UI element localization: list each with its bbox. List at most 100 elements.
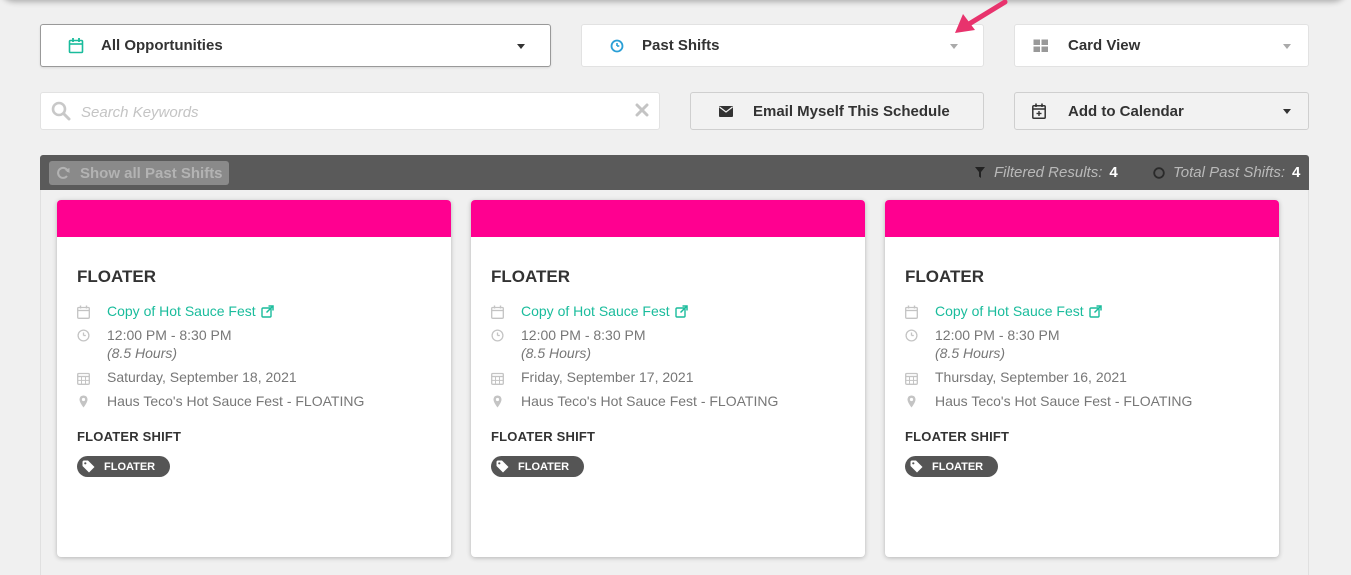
grid-icon — [1031, 36, 1051, 56]
shift-card[interactable]: FLOATER Copy of Hot Sauce Fest 12:00 PM … — [57, 200, 451, 557]
calendar-grid-icon — [77, 369, 107, 385]
chevron-down-icon — [517, 44, 525, 49]
chevron-down-icon — [950, 44, 958, 49]
total-past-shifts-count: 4 — [1292, 164, 1301, 181]
role-tag-label: FLOATER — [104, 460, 156, 473]
envelope-icon — [719, 105, 733, 117]
map-marker-icon — [905, 393, 935, 409]
shift-duration: (8.5 Hours) — [107, 345, 178, 361]
card-color-band — [471, 200, 865, 237]
search-icon — [51, 101, 71, 126]
role-tag: FLOATER — [77, 456, 170, 477]
shift-date: Thursday, September 16, 2021 — [935, 369, 1127, 385]
role-tag-label: FLOATER — [932, 460, 984, 473]
timeframe-label: Past Shifts — [642, 37, 720, 54]
search-box — [40, 92, 660, 130]
event-link[interactable]: Copy of Hot Sauce Fest — [935, 303, 1102, 319]
chevron-down-icon — [1283, 44, 1291, 49]
refresh-icon — [56, 166, 70, 180]
clear-icon[interactable] — [635, 103, 649, 122]
filtered-results-count: 4 — [1109, 164, 1118, 181]
opportunities-label: All Opportunities — [101, 37, 223, 54]
event-link[interactable]: Copy of Hot Sauce Fest — [521, 303, 688, 319]
date-row: Saturday, September 18, 2021 — [77, 369, 297, 385]
location-row: Haus Teco's Hot Sauce Fest - FLOATING — [491, 393, 778, 409]
clock-icon — [905, 327, 935, 361]
date-row: Thursday, September 16, 2021 — [905, 369, 1127, 385]
card-title: FLOATER — [77, 267, 157, 286]
email-schedule-button[interactable]: Email Myself This Schedule — [690, 92, 984, 130]
timeframe-dropdown[interactable]: Past Shifts — [581, 24, 984, 67]
filtered-results: Filtered Results: 4 — [975, 164, 1118, 181]
shift-type-label: FLOATER SHIFT — [77, 429, 182, 444]
chevron-down-icon — [1283, 109, 1291, 114]
event-link[interactable]: Copy of Hot Sauce Fest — [107, 303, 274, 319]
view-label: Card View — [1068, 37, 1141, 54]
location-row: Haus Teco's Hot Sauce Fest - FLOATING — [77, 393, 364, 409]
shift-card[interactable]: FLOATER Copy of Hot Sauce Fest 12:00 PM … — [885, 200, 1279, 557]
external-link-icon — [260, 304, 274, 318]
role-tag-label: FLOATER — [518, 460, 570, 473]
results-bar: Show all Past Shifts Filtered Results: 4… — [40, 155, 1309, 190]
shift-type-label: FLOATER SHIFT — [905, 429, 1010, 444]
calendar-icon — [905, 303, 935, 319]
event-row: Copy of Hot Sauce Fest — [905, 303, 1102, 319]
date-row: Friday, September 17, 2021 — [491, 369, 694, 385]
opportunities-dropdown[interactable]: All Opportunities — [40, 24, 551, 67]
card-title: FLOATER — [491, 267, 571, 286]
shift-date: Saturday, September 18, 2021 — [107, 369, 297, 385]
clock-icon — [607, 36, 627, 56]
role-tag: FLOATER — [491, 456, 584, 477]
external-link-icon — [1088, 304, 1102, 318]
show-all-label: Show all Past Shifts — [80, 164, 223, 182]
shift-location: Haus Teco's Hot Sauce Fest - FLOATING — [107, 393, 365, 409]
search-input[interactable] — [81, 101, 621, 123]
shift-date: Friday, September 17, 2021 — [521, 369, 694, 385]
shift-duration: (8.5 Hours) — [521, 345, 592, 361]
tag-icon — [496, 460, 509, 473]
tag-icon — [82, 460, 95, 473]
view-dropdown[interactable]: Card View — [1014, 24, 1309, 67]
external-link-icon — [674, 304, 688, 318]
role-tag: FLOATER — [905, 456, 998, 477]
card-color-band — [57, 200, 451, 237]
map-marker-icon — [77, 393, 107, 409]
shift-time: 12:00 PM - 8:30 PM — [107, 327, 232, 343]
calendar-grid-icon — [905, 369, 935, 385]
event-row: Copy of Hot Sauce Fest — [77, 303, 274, 319]
map-marker-icon — [491, 393, 521, 409]
add-to-calendar-label: Add to Calendar — [1068, 102, 1184, 120]
event-name: Copy of Hot Sauce Fest — [935, 303, 1084, 319]
clock-icon — [77, 327, 107, 361]
shift-duration: (8.5 Hours) — [935, 345, 1006, 361]
annotation-arrow-icon — [955, 0, 1008, 33]
shift-location: Haus Teco's Hot Sauce Fest - FLOATING — [935, 393, 1193, 409]
tag-icon — [910, 460, 923, 473]
email-schedule-label: Email Myself This Schedule — [753, 102, 950, 120]
shift-time: 12:00 PM - 8:30 PM — [521, 327, 646, 343]
shift-location: Haus Teco's Hot Sauce Fest - FLOATING — [521, 393, 779, 409]
calendar-icon — [66, 36, 86, 56]
add-to-calendar-button[interactable]: Add to Calendar — [1014, 92, 1309, 130]
total-past-shifts-label: Total Past Shifts: — [1173, 164, 1286, 181]
event-name: Copy of Hot Sauce Fest — [107, 303, 256, 319]
clock-icon — [1153, 166, 1165, 179]
location-row: Haus Teco's Hot Sauce Fest - FLOATING — [905, 393, 1192, 409]
filtered-results-label: Filtered Results: — [994, 164, 1103, 181]
calendar-icon — [77, 303, 107, 319]
clock-icon — [491, 327, 521, 361]
event-row: Copy of Hot Sauce Fest — [491, 303, 688, 319]
calendar-plus-icon — [1032, 103, 1046, 119]
show-all-button[interactable]: Show all Past Shifts — [49, 161, 229, 185]
card-color-band — [885, 200, 1279, 237]
total-past-shifts: Total Past Shifts: 4 — [1153, 164, 1300, 181]
time-row: 12:00 PM - 8:30 PM (8.5 Hours) — [77, 327, 232, 361]
shift-type-label: FLOATER SHIFT — [491, 429, 596, 444]
event-name: Copy of Hot Sauce Fest — [521, 303, 670, 319]
shift-time: 12:00 PM - 8:30 PM — [935, 327, 1060, 343]
time-row: 12:00 PM - 8:30 PM (8.5 Hours) — [905, 327, 1060, 361]
shift-card[interactable]: FLOATER Copy of Hot Sauce Fest 12:00 PM … — [471, 200, 865, 557]
calendar-grid-icon — [491, 369, 521, 385]
filter-icon — [975, 167, 985, 178]
time-row: 12:00 PM - 8:30 PM (8.5 Hours) — [491, 327, 646, 361]
